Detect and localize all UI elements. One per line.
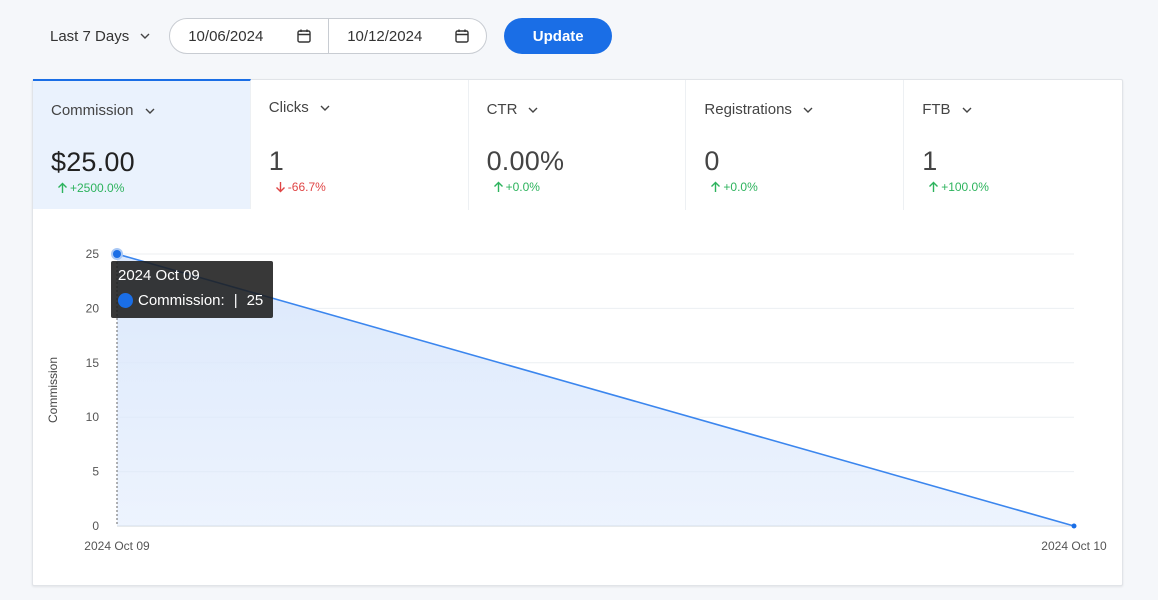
chart-tooltip: 2024 Oct 09 Commission: | 25	[111, 261, 273, 318]
metric-delta: -66.7%	[275, 180, 326, 194]
calendar-icon[interactable]	[454, 28, 470, 44]
tooltip-value: 25	[246, 292, 264, 309]
metric-tab-registrations[interactable]: Registrations 0 +0.0%	[686, 80, 905, 210]
metric-header[interactable]: CTR	[487, 101, 540, 118]
toolbar: Last 7 Days 10/06/2024 10/12/2024 Update	[32, 18, 613, 54]
arrow-down-icon	[275, 182, 285, 193]
calendar-icon[interactable]	[296, 28, 312, 44]
metric-label: Clicks	[268, 99, 309, 116]
metric-value: $25.00	[51, 147, 135, 177]
y-tick-label: 20	[86, 301, 100, 315]
arrow-up-icon	[929, 181, 939, 192]
metric-delta-value: +0.0%	[505, 180, 540, 194]
metric-delta: +2500.0%	[57, 181, 124, 195]
y-tick-label: 25	[86, 247, 100, 261]
chevron-down-icon[interactable]	[527, 104, 539, 116]
metric-delta: +0.0%	[710, 180, 758, 194]
y-tick-label: 5	[92, 465, 99, 479]
metric-tabs: Commission $25.00 +2500.0% Clicks 1 -66.…	[33, 79, 1122, 210]
metric-header[interactable]: Clicks	[269, 99, 331, 116]
arrow-up-icon	[493, 181, 503, 192]
metric-value: 0	[704, 146, 720, 176]
metric-tab-commission[interactable]: Commission $25.00 +2500.0%	[33, 79, 251, 209]
data-point	[1071, 523, 1077, 529]
tooltip-label: Commission:	[138, 292, 225, 309]
tooltip-row: Commission: | 25	[118, 292, 266, 309]
commission-chart[interactable]: 0 5 10 15 20 25 Commission 2024 Oct 09 2024 Oct …	[33, 210, 1124, 587]
x-tick-label: 2024 Oct 10	[1041, 539, 1107, 553]
date-range-label: Last 7 Days	[50, 27, 130, 45]
metric-label: Registrations	[704, 101, 792, 118]
tooltip-separator: |	[233, 292, 238, 309]
series-color-dot	[118, 293, 133, 308]
metric-delta-value: +0.0%	[723, 180, 758, 194]
start-date-input[interactable]: 10/06/2024	[170, 19, 328, 53]
metric-delta-value: +2500.0%	[70, 181, 125, 195]
metric-tab-clicks[interactable]: Clicks 1 -66.7%	[251, 80, 469, 210]
date-range-select[interactable]: Last 7 Days	[32, 18, 169, 54]
chevron-down-icon[interactable]	[144, 105, 156, 117]
metric-label: CTR	[486, 101, 518, 118]
metric-value: 0.00%	[486, 146, 565, 176]
arrow-up-icon	[58, 182, 67, 193]
metric-delta: +100.0%	[928, 180, 989, 194]
y-axis-label: Commission	[46, 357, 60, 423]
arrow-up-icon	[711, 181, 721, 192]
y-tick-label: 15	[86, 356, 100, 370]
metric-delta: +0.0%	[493, 180, 540, 194]
chevron-down-icon[interactable]	[961, 104, 973, 116]
metric-value: 1	[922, 146, 938, 176]
metric-delta-value: +100.0%	[941, 180, 989, 194]
x-tick-label: 2024 Oct 09	[84, 539, 150, 553]
end-date-input[interactable]: 10/12/2024	[328, 19, 486, 53]
metric-header[interactable]: Commission	[51, 102, 156, 119]
data-point	[113, 250, 121, 258]
y-tick-label: 0	[92, 519, 99, 533]
metric-label: Commission	[51, 102, 134, 119]
metric-label: FTB	[922, 101, 951, 118]
metric-tab-ftb[interactable]: FTB 1 +100.0%	[904, 80, 1122, 210]
start-date-value: 10/06/2024	[188, 27, 264, 45]
end-date-value: 10/12/2024	[347, 27, 423, 45]
chevron-down-icon	[140, 33, 150, 39]
metric-value: 1	[268, 146, 285, 176]
tooltip-date: 2024 Oct 09	[118, 267, 200, 284]
chevron-down-icon[interactable]	[802, 104, 814, 116]
y-tick-label: 10	[86, 410, 100, 424]
date-range-inputs: 10/06/2024 10/12/2024	[169, 18, 488, 54]
chevron-down-icon[interactable]	[319, 102, 331, 114]
metric-header[interactable]: Registrations	[704, 101, 814, 118]
metric-delta-value: -66.7%	[287, 180, 326, 194]
metrics-card: Commission $25.00 +2500.0% Clicks 1 -66.…	[32, 79, 1123, 586]
update-button[interactable]: Update	[504, 18, 613, 54]
metric-tab-ctr[interactable]: CTR 0.00% +0.0%	[469, 80, 687, 210]
metric-header[interactable]: FTB	[922, 101, 972, 118]
